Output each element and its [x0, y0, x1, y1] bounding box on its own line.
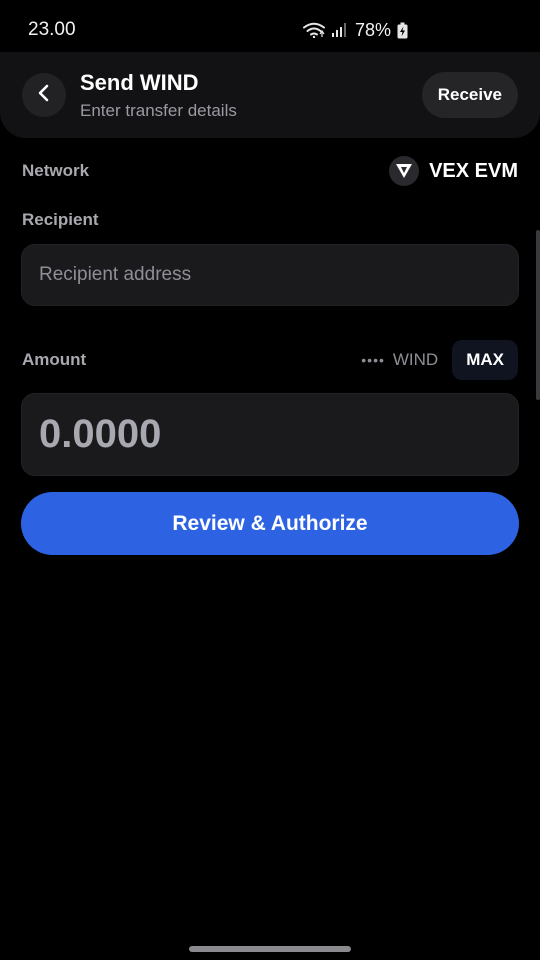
status-icons: 78% [302, 19, 408, 41]
amount-label: Amount [22, 350, 87, 369]
battery-percent: 78% [354, 19, 391, 40]
balance-masked: •••• [361, 352, 385, 368]
amount-controls: •••• WIND MAX [361, 340, 518, 380]
status-bar: 23.00 78% [0, 0, 540, 60]
balance: •••• WIND [361, 350, 438, 370]
header-text: Send WIND Enter transfer details [80, 70, 422, 121]
vex-logo-icon [389, 156, 420, 186]
network-name: VEX EVM [429, 159, 518, 182]
receive-button[interactable]: Receive [421, 72, 518, 118]
max-button[interactable]: MAX [452, 340, 518, 380]
chevron-left-icon [36, 84, 52, 107]
amount-input[interactable] [21, 393, 519, 476]
status-time: 23.00 [28, 19, 76, 40]
amount-row: Amount •••• WIND MAX [22, 340, 518, 380]
recipient-label: Recipient [22, 210, 99, 229]
header: Send WIND Enter transfer details Receive [0, 52, 540, 138]
recipient-address-input[interactable] [21, 244, 519, 306]
page-title: Send WIND [80, 69, 199, 95]
balance-token: WIND [392, 350, 439, 369]
send-screen: 23.00 78% Send WIND Enter transfer detai… [0, 0, 540, 960]
home-indicator[interactable] [189, 946, 351, 952]
scrollbar[interactable] [536, 230, 540, 400]
network-label: Network [22, 161, 90, 180]
signal-icon [331, 22, 347, 38]
wifi-icon [302, 22, 325, 38]
back-button[interactable] [22, 73, 66, 117]
page-subtitle: Enter transfer details [80, 100, 237, 120]
review-authorize-button[interactable]: Review & Authorize [21, 492, 519, 555]
network-row: Network VEX EVM [22, 154, 518, 188]
battery-charging-icon [397, 22, 408, 39]
network-selector[interactable]: VEX EVM [389, 156, 518, 186]
